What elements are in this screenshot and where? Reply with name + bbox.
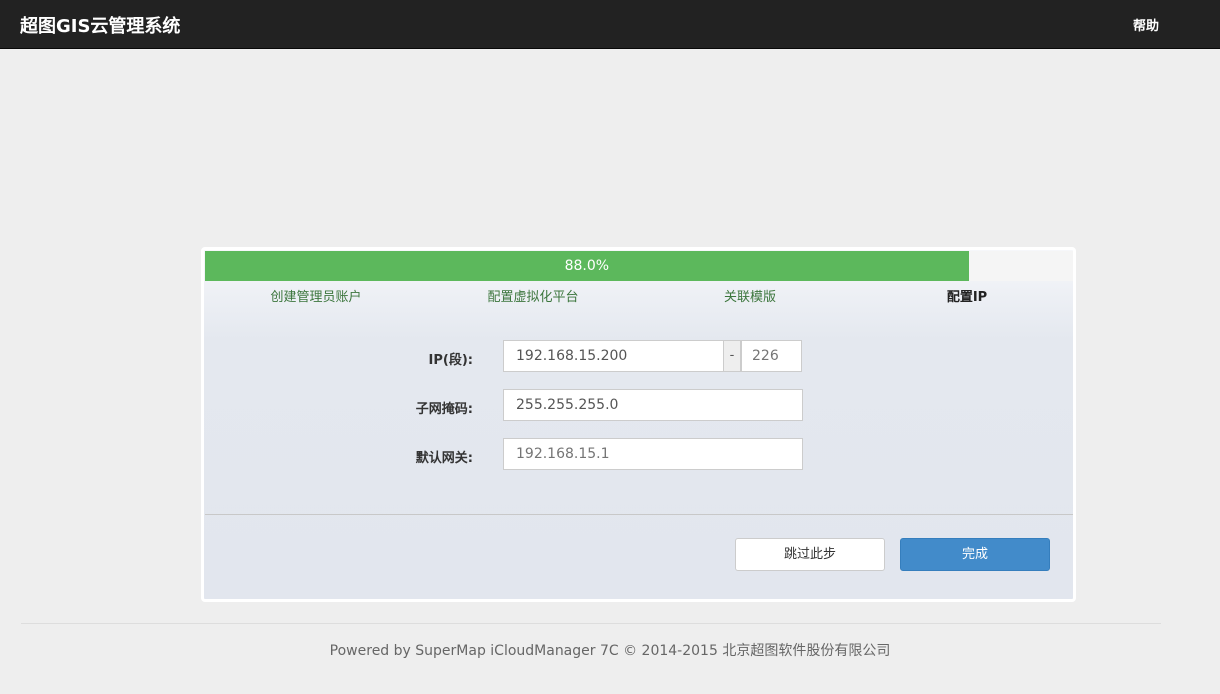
skip-step-button[interactable]: 跳过此步: [735, 538, 885, 571]
app-title[interactable]: 超图GIS云管理系统: [20, 12, 180, 38]
ip-end-field[interactable]: [741, 340, 802, 372]
subnet-mask-label: 子网掩码:: [415, 402, 473, 417]
step-config-ip: 配置IP: [946, 290, 988, 305]
form-divider: [205, 514, 1073, 515]
step-create-admin: 创建管理员账户: [270, 290, 362, 305]
footer-divider: [21, 623, 1161, 624]
progress-track: 88.0%: [205, 251, 1073, 281]
setup-wizard-panel: 88.0% 创建管理员账户 配置虚拟化平台 关联模版 配置IP IP(段): -…: [201, 247, 1076, 602]
ip-range-separator: -: [723, 340, 741, 372]
ip-start-input[interactable]: [516, 341, 711, 371]
step-link-template: 关联模版: [723, 290, 776, 305]
gateway-label: 默认网关:: [415, 451, 473, 466]
footer-copyright: Powered by SuperMap iCloudManager 7C © 2…: [329, 643, 891, 659]
gateway-input[interactable]: [516, 439, 790, 469]
subnet-mask-input[interactable]: [516, 390, 790, 420]
help-link[interactable]: 帮助: [1133, 15, 1159, 34]
ip-range-label: IP(段):: [428, 353, 473, 368]
progress-bar: 88.0%: [205, 251, 969, 281]
gateway-field[interactable]: [503, 438, 803, 470]
subnet-mask-field[interactable]: [503, 389, 803, 421]
ip-end-input[interactable]: [752, 341, 791, 371]
step-config-virtualization: 配置虚拟化平台: [487, 290, 579, 305]
ip-start-field[interactable]: [503, 340, 724, 372]
top-navbar: 超图GIS云管理系统 帮助: [0, 0, 1220, 49]
finish-button[interactable]: 完成: [900, 538, 1050, 571]
